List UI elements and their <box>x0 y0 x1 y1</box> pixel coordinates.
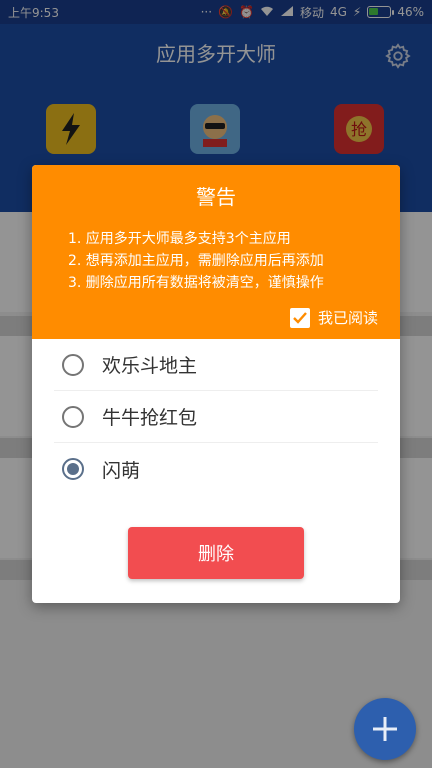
checkmark-icon <box>293 311 307 324</box>
option-label: 欢乐斗地主 <box>102 355 198 377</box>
rule-item: 2. 想再添加主应用，需删除应用后再添加 <box>68 253 324 269</box>
option-label: 闪萌 <box>102 459 141 482</box>
app-options: 欢乐斗地主 牛牛抢红包 闪萌 <box>54 339 378 495</box>
delete-button[interactable]: 删除 <box>128 527 304 579</box>
radio-button-selected[interactable] <box>62 458 84 480</box>
rule-item: 1. 应用多开大师最多支持3个主应用 <box>68 231 291 247</box>
option-label: 牛牛抢红包 <box>102 407 198 429</box>
add-app-button[interactable] <box>354 698 416 760</box>
option-huanle-doudizhu[interactable]: 欢乐斗地主 <box>54 339 378 391</box>
rules-list: 1. 应用多开大师最多支持3个主应用 2. 想再添加主应用，需删除应用后再添加 … <box>68 228 324 294</box>
dialog-header: 警告 1. 应用多开大师最多支持3个主应用 2. 想再添加主应用，需删除应用后再… <box>32 165 400 339</box>
radio-button[interactable] <box>62 353 84 376</box>
checkbox[interactable] <box>289 307 310 328</box>
read-confirm-label: 我已阅读 <box>317 309 378 327</box>
rule-item: 3. 删除应用所有数据将被清空，谨慎操作 <box>68 275 324 291</box>
warning-dialog: 警告 1. 应用多开大师最多支持3个主应用 2. 想再添加主应用，需删除应用后再… <box>32 165 400 603</box>
plus-icon <box>373 717 397 741</box>
read-confirm-checkbox[interactable]: 我已阅读 <box>289 307 378 328</box>
radio-button[interactable] <box>62 405 84 428</box>
option-niuniu-qianghongbao[interactable]: 牛牛抢红包 <box>54 391 378 443</box>
dialog-title: 警告 <box>196 185 236 209</box>
option-shanmeng[interactable]: 闪萌 <box>54 443 378 495</box>
